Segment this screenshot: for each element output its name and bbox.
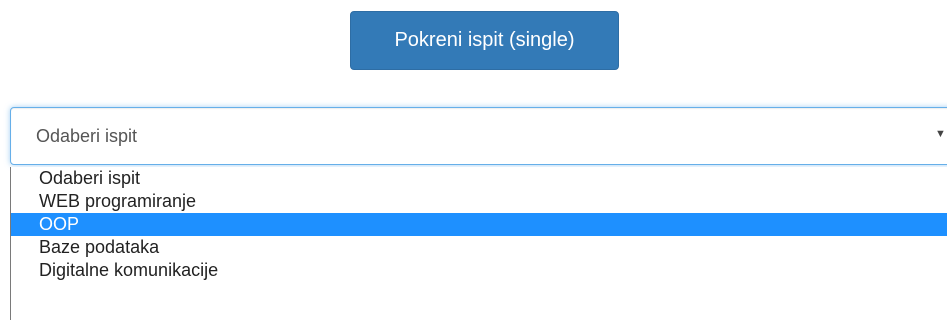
exam-select-value: Odaberi ispit bbox=[36, 126, 138, 146]
exam-option[interactable]: WEB programiranje bbox=[11, 190, 947, 213]
exam-select[interactable]: Odaberi ispit ▼ bbox=[10, 107, 947, 165]
exam-option[interactable]: Baze podataka bbox=[11, 236, 947, 259]
exam-option-highlighted[interactable]: OOP bbox=[11, 213, 947, 236]
dropdown-arrow-icon: ▼ bbox=[935, 128, 946, 140]
exam-options-list: Odaberi ispit WEB programiranje OOP Baze… bbox=[10, 167, 947, 320]
exam-option[interactable]: Odaberi ispit bbox=[11, 167, 947, 190]
start-exam-button-label: Pokreni ispit (single) bbox=[394, 29, 575, 51]
start-exam-button[interactable]: Pokreni ispit (single) bbox=[350, 11, 619, 70]
page: Pokreni ispit (single) Odaberi ispit ▼ O… bbox=[0, 0, 947, 320]
exam-option[interactable]: Digitalne komunikacije bbox=[11, 259, 947, 282]
